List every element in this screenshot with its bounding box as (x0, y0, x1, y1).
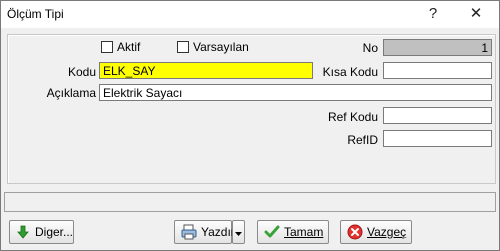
no-label: No (362, 41, 378, 55)
window-title: Ölçüm Tipi (7, 7, 64, 21)
ref-kodu-input[interactable] (383, 107, 492, 124)
status-bar (4, 192, 496, 212)
title-bar: Ölçüm Tipi ? ✕ (1, 1, 499, 28)
form-panel: Aktif Varsayılan No 1 Kodu ELK_SAY Kısa … (7, 34, 496, 184)
aciklama-label: Açıklama (46, 86, 96, 100)
vazgec-button[interactable]: Vazgeç (340, 220, 412, 244)
no-field: 1 (383, 39, 492, 56)
diger-button[interactable]: Diger... (9, 220, 74, 244)
vazgec-label: Vazgeç (367, 225, 407, 239)
aktif-label: Aktif (117, 40, 141, 54)
refid-input[interactable] (383, 130, 492, 147)
aktif-checkbox[interactable] (101, 41, 113, 53)
check-icon (264, 224, 280, 240)
dialog-window: Ölçüm Tipi ? ✕ Aktif Varsayılan No 1 Kod… (0, 0, 500, 251)
aciklama-input[interactable]: Elektrik Sayacı (99, 84, 492, 101)
diger-label: Diger... (34, 225, 73, 239)
kodu-label: Kodu (67, 65, 96, 79)
down-arrow-icon (16, 224, 31, 240)
kodu-input[interactable]: ELK_SAY (99, 62, 313, 79)
help-icon[interactable]: ? (416, 3, 450, 25)
yazdir-button[interactable]: Yazdır (174, 220, 235, 244)
varsayilan-checkbox[interactable] (177, 41, 189, 53)
kisa-kodu-input[interactable] (383, 62, 492, 79)
varsayilan-label: Varsayılan (193, 40, 249, 54)
refid-label: RefID (347, 133, 378, 147)
tamam-button[interactable]: Tamam (257, 220, 329, 244)
cancel-icon (347, 224, 363, 240)
yazdir-label: Yazdır (201, 225, 235, 239)
ref-kodu-label: Ref Kodu (327, 110, 378, 124)
close-icon[interactable]: ✕ (459, 3, 493, 25)
yazdir-dropdown-button[interactable] (232, 220, 245, 244)
print-icon (181, 224, 197, 240)
tamam-label: Tamam (284, 225, 324, 239)
dropdown-arrow-icon (235, 225, 242, 239)
kisa-kodu-label: Kısa Kodu (322, 65, 378, 79)
